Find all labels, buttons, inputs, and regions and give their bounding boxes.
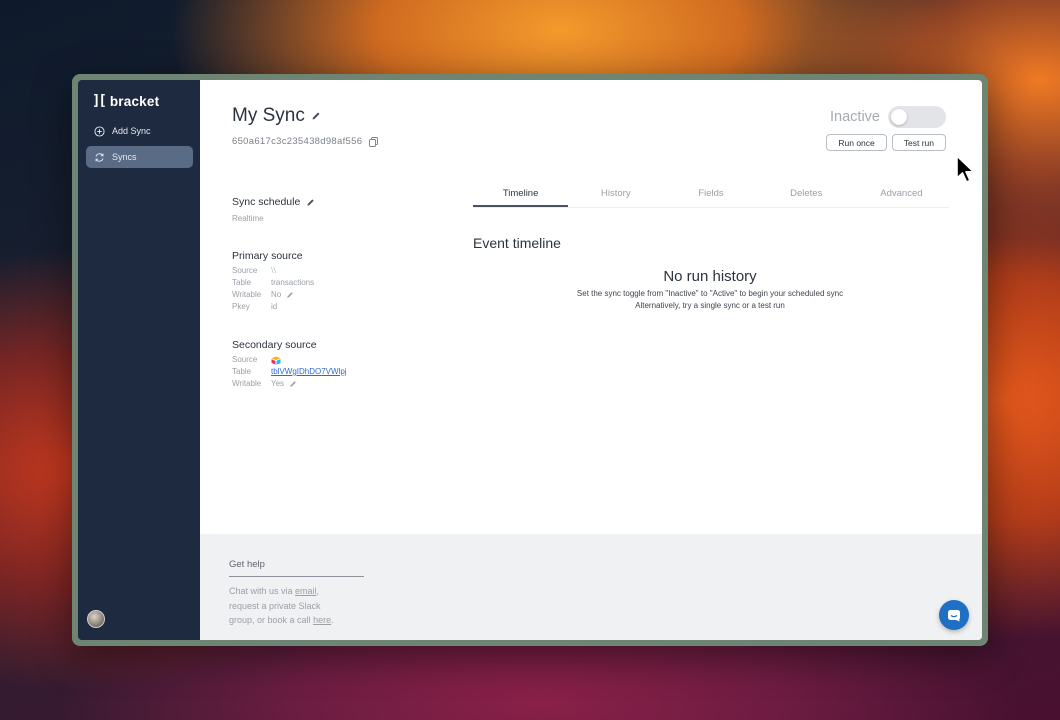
sidebar-item-syncs[interactable]: Syncs — [86, 146, 193, 168]
plus-circle-icon — [94, 125, 105, 137]
empty-state-title: No run history — [663, 268, 757, 285]
active-toggle[interactable] — [888, 106, 946, 128]
primary-writable-row: Writable No — [232, 289, 432, 301]
writable-value: No — [271, 290, 282, 299]
tab-bar: Timeline History Fields Deletes Advanced — [473, 184, 949, 208]
edit-title-icon[interactable] — [311, 111, 321, 121]
run-once-button[interactable]: Run once — [826, 134, 887, 151]
secondary-table-link[interactable]: tblVWgIDhDO7VWlpj — [271, 366, 347, 378]
secondary-source-row: Source — [232, 354, 432, 366]
test-run-button[interactable]: Test run — [891, 134, 946, 151]
tab-history[interactable]: History — [568, 184, 663, 207]
secondary-writable-row: Writable Yes — [232, 378, 432, 390]
sync-schedule-value: Realtime — [232, 214, 264, 223]
copy-icon[interactable] — [369, 136, 379, 147]
brand-name: bracket — [109, 93, 160, 109]
primary-pkey-row: Pkey id — [232, 301, 432, 313]
secondary-source-details: Source Table tblVWgIDhDO7VWlpj Writable … — [232, 354, 432, 390]
empty-state-line-1: Set the sync toggle from "Inactive" to "… — [576, 289, 844, 298]
event-timeline-heading: Event timeline — [473, 235, 561, 251]
primary-source-heading: Primary source — [232, 250, 303, 262]
sync-details: Sync schedule Realtime Primary source So… — [232, 196, 432, 390]
airtable-logo-icon — [271, 356, 281, 365]
sidebar-item-label: Add Sync — [112, 126, 151, 136]
sync-id-row: 650a617c3c235438d98af556 — [232, 136, 379, 147]
main-content: My Sync 650a617c3c235438d98af556 Inactiv… — [200, 80, 982, 640]
chat-icon — [948, 609, 960, 621]
mouse-pointer-icon — [956, 155, 975, 183]
section-title: Sync schedule — [232, 196, 301, 208]
help-text-part: Chat with us via — [229, 586, 296, 596]
primary-source-row: Source ⧵⧵ — [232, 265, 432, 277]
sidebar-item-add-sync[interactable]: Add Sync — [86, 120, 193, 142]
tab-advanced[interactable]: Advanced — [854, 184, 949, 207]
tab-deletes[interactable]: Deletes — [759, 184, 854, 207]
email-link[interactable]: email — [295, 586, 317, 596]
refresh-icon — [95, 152, 104, 162]
field-key: Table — [232, 278, 252, 287]
get-help-text: Chat with us via email, request a privat… — [229, 584, 364, 628]
primary-table-row: Table transactions — [232, 277, 432, 289]
footer: Get help Chat with us via email, request… — [200, 534, 982, 640]
sync-schedule-heading: Sync schedule — [232, 196, 432, 208]
field-value: id — [271, 302, 278, 311]
empty-state-line-2: Alternatively, try a single sync or a te… — [635, 301, 785, 310]
field-value: No — [271, 289, 294, 301]
tab-fields[interactable]: Fields — [663, 184, 758, 207]
field-value — [271, 354, 281, 366]
field-value: transactions — [271, 278, 315, 287]
chat-button[interactable] — [939, 600, 969, 630]
secondary-source-heading: Secondary source — [232, 339, 317, 351]
app-root: ][ bracket Add Sync Syncs My Sync 650a61… — [78, 80, 982, 640]
page-title: My Sync — [232, 105, 305, 126]
secondary-table-row: Table tblVWgIDhDO7VWlpj — [232, 366, 432, 378]
field-key: Table — [232, 367, 252, 376]
field-key: Source — [232, 355, 258, 364]
edit-writable-icon[interactable] — [286, 291, 294, 299]
primary-source-icon: ⧵⧵ — [271, 266, 277, 275]
sync-id: 650a617c3c235438d98af556 — [232, 136, 363, 147]
app-window: ][ bracket Add Sync Syncs My Sync 650a61… — [72, 74, 988, 646]
avatar[interactable] — [87, 610, 105, 628]
sidebar-item-label: Syncs — [112, 152, 137, 162]
empty-state: No run history Set the sync toggle from … — [500, 268, 920, 312]
primary-source-details: Source ⧵⧵ Table transactions Writable No — [232, 265, 432, 313]
sidebar: ][ bracket Add Sync Syncs — [78, 80, 200, 640]
toggle-knob — [891, 109, 907, 125]
field-value: Yes — [271, 378, 297, 390]
field-key: Pkey — [232, 302, 250, 311]
tab-timeline[interactable]: Timeline — [473, 184, 569, 207]
status-label: Inactive — [830, 109, 880, 125]
writable-value: Yes — [271, 379, 285, 388]
edit-writable-icon[interactable] — [289, 380, 297, 388]
field-key: Writable — [232, 379, 262, 388]
bracket-logo-icon: ][ — [92, 93, 107, 109]
sync-title-row: My Sync — [232, 105, 321, 127]
book-call-link[interactable]: here — [313, 615, 331, 625]
help-text-part: . — [331, 615, 334, 625]
edit-schedule-icon[interactable] — [306, 198, 315, 207]
action-buttons: Run once Test run — [826, 134, 946, 151]
field-key: Writable — [232, 290, 262, 299]
status-toggle-group: Inactive — [830, 106, 946, 128]
brand[interactable]: ][ bracket — [92, 93, 159, 109]
get-help-heading: Get help — [229, 559, 364, 577]
field-key: Source — [232, 266, 258, 275]
